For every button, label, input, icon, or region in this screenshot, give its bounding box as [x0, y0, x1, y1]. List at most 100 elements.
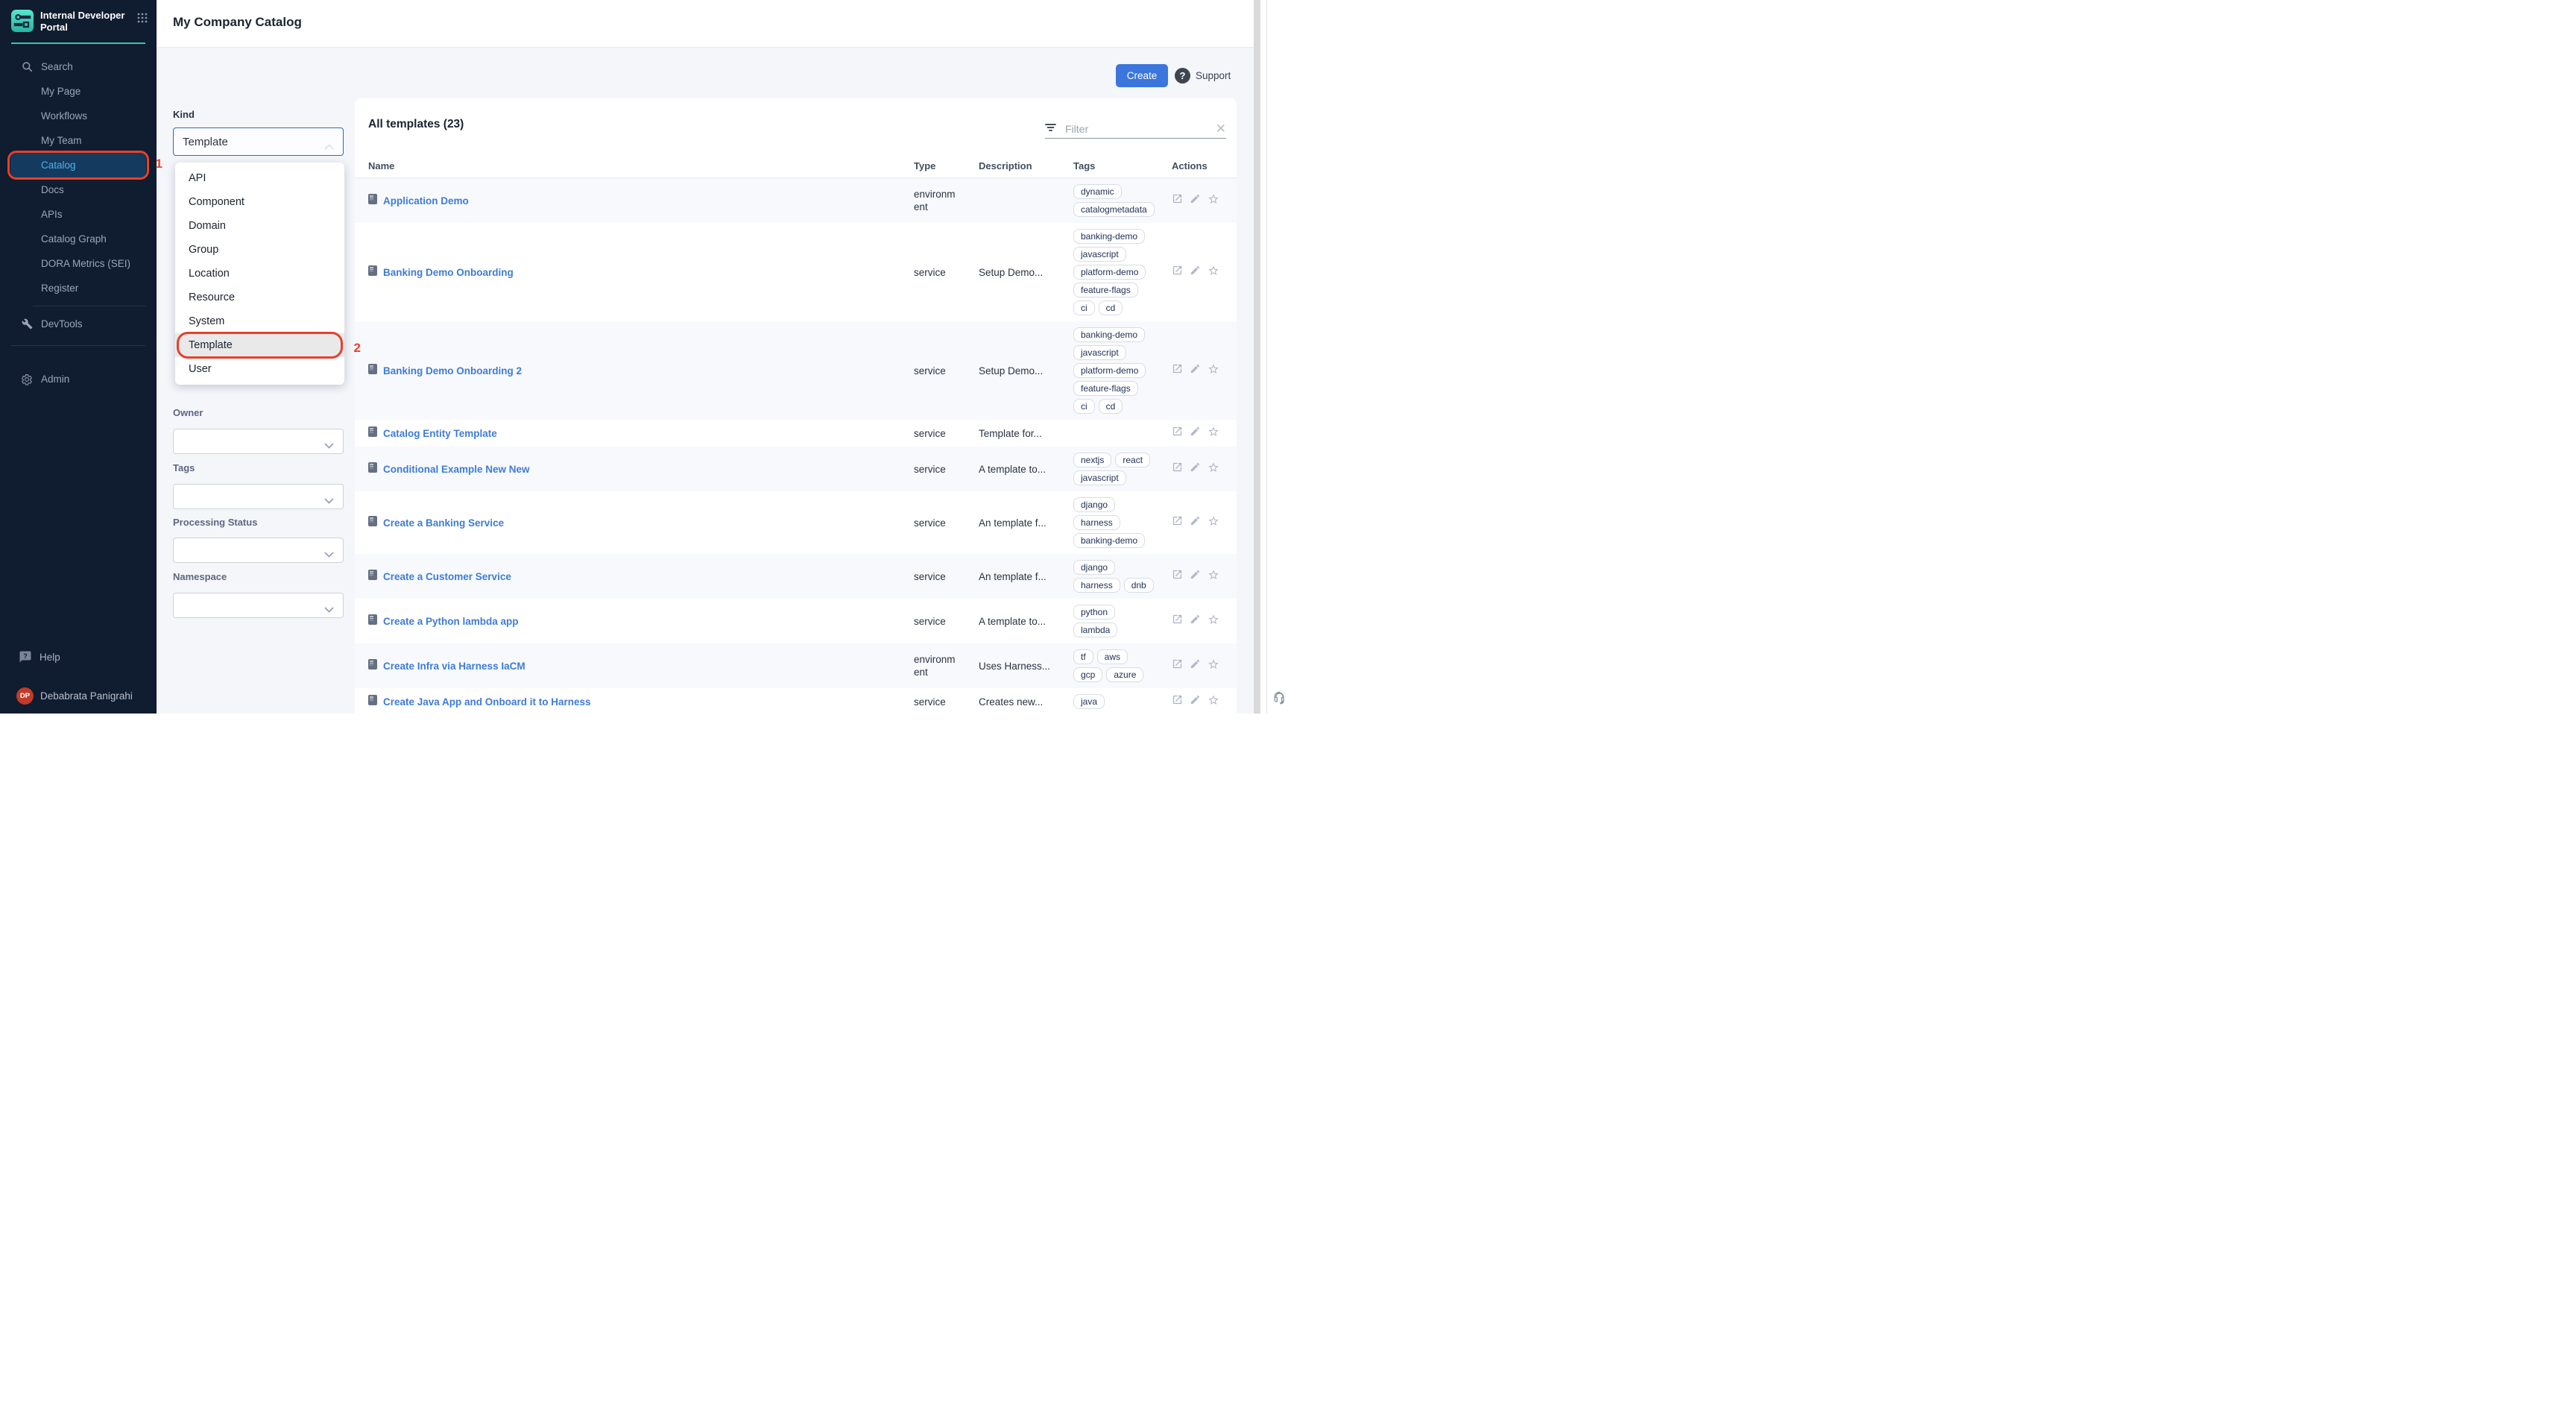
tag-chip[interactable]: aws — [1097, 649, 1128, 664]
tag-chip[interactable]: django — [1073, 497, 1115, 512]
entity-link[interactable]: Application Demo — [383, 195, 469, 207]
column-header-actions[interactable]: Actions — [1172, 160, 1231, 171]
entity-link[interactable]: Create a Python lambda app — [383, 616, 519, 627]
tag-chip[interactable]: platform-demo — [1073, 265, 1146, 280]
kind-option-resource[interactable]: Resource — [175, 286, 344, 309]
star-icon[interactable] — [1208, 193, 1219, 209]
sidebar-item-help[interactable]: ? Help — [0, 644, 157, 670]
tag-chip[interactable]: nextjs — [1073, 453, 1111, 467]
entity-link[interactable]: Create Java App and Onboard it to Harnes… — [383, 696, 591, 708]
column-header-name[interactable]: Name — [368, 160, 914, 171]
sidebar-item-register[interactable]: Register — [0, 276, 157, 300]
star-icon[interactable] — [1208, 426, 1219, 441]
processing-status-filter-select[interactable] — [173, 538, 344, 563]
kind-option-component[interactable]: Component — [175, 190, 344, 214]
sidebar-item-docs[interactable]: Docs — [0, 177, 157, 202]
tag-chip[interactable]: cd — [1099, 300, 1123, 315]
grid-dots-icon[interactable] — [137, 13, 148, 23]
tag-chip[interactable]: dnb — [1124, 578, 1154, 593]
kind-option-system[interactable]: System — [175, 309, 344, 333]
edit-icon[interactable] — [1190, 614, 1201, 629]
sidebar-item-admin[interactable]: Admin — [0, 367, 157, 391]
tag-chip[interactable]: banking-demo — [1073, 327, 1145, 342]
owner-filter-select[interactable] — [173, 429, 344, 454]
edit-icon[interactable] — [1190, 426, 1201, 441]
edit-icon[interactable] — [1190, 363, 1201, 378]
tag-chip[interactable]: azure — [1106, 667, 1143, 682]
tag-chip[interactable]: python — [1073, 605, 1115, 620]
sidebar-item-my-page[interactable]: My Page — [0, 79, 157, 104]
entity-link[interactable]: Create a Customer Service — [383, 571, 511, 582]
tag-chip[interactable]: platform-demo — [1073, 363, 1146, 378]
tag-chip[interactable]: feature-flags — [1073, 381, 1138, 396]
star-icon[interactable] — [1208, 658, 1219, 674]
tag-chip[interactable]: django — [1073, 560, 1115, 575]
sidebar-item-catalog[interactable]: Catalog1 — [10, 153, 146, 177]
kind-option-group[interactable]: Group — [175, 238, 344, 262]
open-in-new-icon[interactable] — [1172, 569, 1183, 584]
tag-chip[interactable]: react — [1115, 453, 1150, 467]
star-icon[interactable] — [1208, 694, 1219, 710]
column-header-description[interactable]: Description — [979, 160, 1073, 171]
edit-icon[interactable] — [1190, 462, 1201, 476]
open-in-new-icon[interactable] — [1172, 426, 1183, 441]
tag-chip[interactable]: javascript — [1073, 345, 1126, 360]
kind-option-user[interactable]: User — [175, 357, 344, 381]
tag-chip[interactable]: feature-flags — [1073, 283, 1138, 297]
sidebar-item-workflows[interactable]: Workflows — [0, 104, 157, 128]
star-icon[interactable] — [1208, 614, 1219, 629]
kind-option-location[interactable]: Location — [175, 262, 344, 286]
star-icon[interactable] — [1208, 462, 1219, 477]
kind-option-api[interactable]: API — [175, 166, 344, 190]
sidebar-item-my-team[interactable]: My Team — [0, 128, 157, 153]
headset-support-icon[interactable] — [1272, 690, 1287, 708]
create-button[interactable]: Create — [1116, 64, 1168, 87]
support-button[interactable]: ? Support — [1175, 68, 1231, 84]
sidebar-item-dora-metrics-sei-[interactable]: DORA Metrics (SEI) — [0, 251, 157, 276]
edit-icon[interactable] — [1190, 193, 1201, 208]
entity-link[interactable]: Banking Demo Onboarding 2 — [383, 365, 522, 377]
open-in-new-icon[interactable] — [1172, 614, 1183, 629]
entity-link[interactable]: Create a Banking Service — [383, 517, 504, 529]
edit-icon[interactable] — [1190, 694, 1201, 709]
open-in-new-icon[interactable] — [1172, 694, 1183, 709]
open-in-new-icon[interactable] — [1172, 515, 1183, 530]
open-in-new-icon[interactable] — [1172, 658, 1183, 673]
tag-chip[interactable]: tf — [1073, 649, 1093, 664]
entity-link[interactable]: Catalog Entity Template — [383, 428, 497, 439]
tag-chip[interactable]: javascript — [1073, 247, 1126, 262]
scrollbar-track[interactable] — [1254, 0, 1260, 714]
edit-icon[interactable] — [1190, 265, 1201, 280]
sidebar-item-search[interactable]: Search — [0, 54, 157, 79]
tag-chip[interactable]: java — [1073, 694, 1105, 709]
tag-chip[interactable]: ci — [1073, 300, 1095, 315]
open-in-new-icon[interactable] — [1172, 193, 1183, 208]
tag-chip[interactable]: banking-demo — [1073, 533, 1145, 548]
tag-chip[interactable]: javascript — [1073, 470, 1126, 485]
open-in-new-icon[interactable] — [1172, 462, 1183, 476]
kind-option-domain[interactable]: Domain — [175, 214, 344, 238]
sidebar-item-devtools[interactable]: DevTools — [0, 312, 157, 336]
edit-icon[interactable] — [1190, 515, 1201, 530]
tag-chip[interactable]: banking-demo — [1073, 229, 1145, 244]
user-menu[interactable]: DP Debabrata Panigrahi — [16, 687, 157, 705]
tag-chip[interactable]: harness — [1073, 578, 1120, 593]
tag-chip[interactable]: ci — [1073, 399, 1095, 414]
edit-icon[interactable] — [1190, 569, 1201, 584]
column-header-type[interactable]: Type — [914, 160, 979, 171]
star-icon[interactable] — [1208, 569, 1219, 585]
tag-chip[interactable]: lambda — [1073, 623, 1117, 637]
namespace-filter-select[interactable] — [173, 593, 344, 618]
star-icon[interactable] — [1208, 363, 1219, 379]
tag-chip[interactable]: catalogmetadata — [1073, 202, 1155, 217]
kind-option-template[interactable]: Template2 — [175, 333, 344, 357]
tag-chip[interactable]: dynamic — [1073, 184, 1122, 199]
tag-chip[interactable]: harness — [1073, 515, 1120, 530]
star-icon[interactable] — [1208, 265, 1219, 280]
tags-filter-select[interactable] — [173, 484, 344, 509]
edit-icon[interactable] — [1190, 658, 1201, 673]
tag-chip[interactable]: gcp — [1073, 667, 1102, 682]
filter-input[interactable] — [1065, 123, 1211, 135]
entity-link[interactable]: Banking Demo Onboarding — [383, 267, 514, 278]
sidebar-item-apis[interactable]: APIs — [0, 202, 157, 227]
